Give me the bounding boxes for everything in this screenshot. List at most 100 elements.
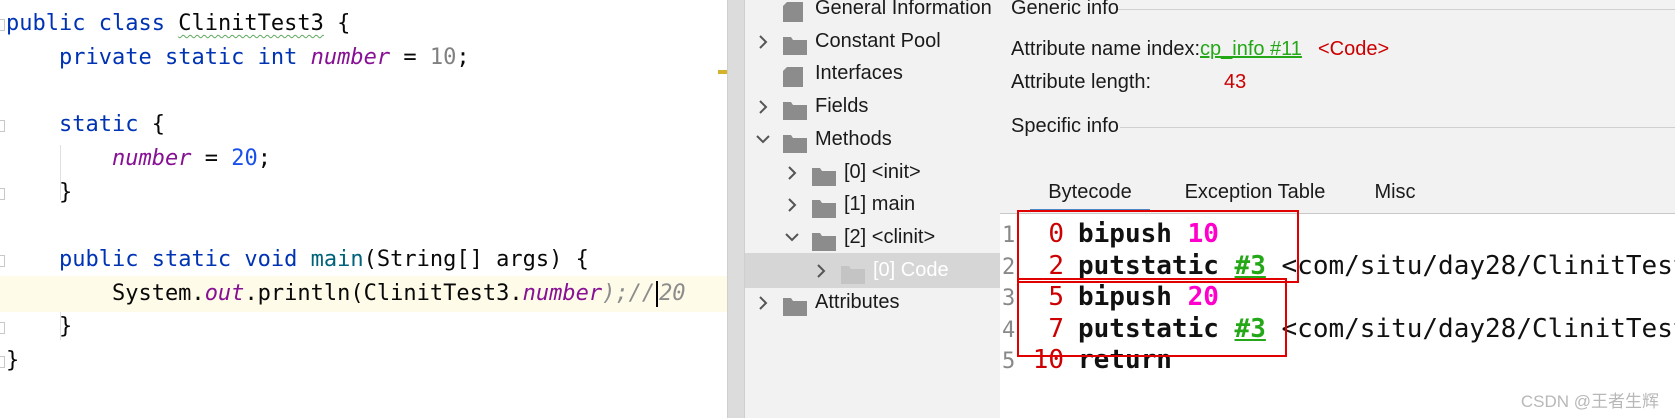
tree-item[interactable]: Interfaces bbox=[745, 56, 1000, 91]
folder-icon bbox=[841, 261, 865, 284]
tree-item-label: Constant Pool bbox=[815, 29, 941, 52]
tree-item-label: Methods bbox=[815, 127, 892, 150]
code-token: { bbox=[151, 112, 165, 138]
code-token: ; bbox=[257, 145, 271, 171]
folder-icon bbox=[812, 195, 836, 219]
code-token: 20 bbox=[231, 145, 258, 171]
code-token: 10 bbox=[429, 44, 457, 70]
specific-info-title: Specific info bbox=[1011, 115, 1119, 137]
tab-exception-table[interactable]: Exception Table bbox=[1170, 172, 1340, 212]
code-token: number bbox=[111, 145, 192, 171]
chevron-right-icon[interactable] bbox=[811, 253, 831, 288]
folder-icon bbox=[783, 130, 807, 153]
code-token: static bbox=[151, 246, 245, 272]
tree-item-label: Fields bbox=[815, 95, 869, 118]
code-line[interactable]: } bbox=[0, 343, 727, 379]
fold-marker-icon[interactable] bbox=[0, 187, 5, 200]
chevron-right-icon[interactable] bbox=[753, 89, 773, 124]
tree-item[interactable]: [2] <clinit> bbox=[745, 220, 1000, 255]
code-token: main bbox=[310, 246, 364, 272]
scrollbar-marker[interactable] bbox=[718, 70, 727, 74]
attribute-name-value: <Code> bbox=[1318, 38, 1390, 60]
attribute-length-label: Attribute length: bbox=[1011, 71, 1152, 93]
folder-icon bbox=[812, 228, 836, 251]
panel-splitter[interactable] bbox=[727, 0, 745, 418]
attribute-info-panel: Generic info Attribute name index: cp_in… bbox=[1000, 0, 1675, 418]
code-line[interactable]: private static int number = 10; bbox=[0, 40, 727, 76]
code-token: int bbox=[257, 44, 311, 70]
divider bbox=[1118, 9, 1675, 10]
bytecode-comment: <com/situ/day28/ClinitTest3.number> bbox=[1281, 313, 1675, 344]
bytecode-comment: <com/situ/day28/ClinitTest3.number> bbox=[1281, 250, 1675, 281]
chevron-right-icon[interactable] bbox=[782, 187, 802, 222]
code-token: private bbox=[6, 44, 165, 70]
watermark: CSDN @王者生辉 bbox=[1520, 392, 1659, 411]
tab-misc[interactable]: Misc bbox=[1360, 172, 1430, 212]
chevron-right-icon[interactable] bbox=[753, 24, 773, 59]
code-line[interactable]: public static void main(String[] args) { bbox=[0, 242, 727, 278]
chevron-right-icon[interactable] bbox=[782, 155, 802, 190]
code-token: out bbox=[204, 280, 245, 306]
code-token: public bbox=[6, 11, 99, 36]
code-token: = bbox=[191, 145, 232, 171]
code-token: ClinitTest3 bbox=[178, 11, 324, 36]
fold-marker-icon[interactable] bbox=[0, 322, 5, 335]
code-line[interactable] bbox=[0, 208, 727, 244]
tree-item-label: [2] <clinit> bbox=[844, 225, 936, 248]
code-token: System. bbox=[6, 280, 205, 306]
tree-item-label: Attributes bbox=[815, 291, 900, 314]
tree-item[interactable]: Fields bbox=[745, 89, 1000, 124]
code-line[interactable]: number = 20; bbox=[0, 141, 727, 177]
highlight-box bbox=[1017, 278, 1287, 357]
code-token: number bbox=[522, 280, 603, 306]
code-line[interactable] bbox=[0, 73, 727, 109]
fold-marker-icon[interactable] bbox=[0, 254, 5, 267]
attribute-name-index-label: Attribute name index: bbox=[1011, 38, 1200, 60]
code-token: } bbox=[6, 314, 73, 340]
file-icon bbox=[783, 0, 807, 22]
tree-item-label: Interfaces bbox=[815, 62, 903, 85]
code-token: );// bbox=[602, 280, 656, 306]
tree-item[interactable]: Attributes bbox=[745, 285, 1000, 320]
code-line[interactable]: } bbox=[0, 309, 727, 345]
code-line[interactable]: static { bbox=[0, 107, 727, 143]
highlight-box bbox=[1017, 210, 1299, 283]
folder-icon bbox=[783, 293, 807, 317]
chevron-right-icon[interactable] bbox=[753, 285, 773, 320]
fold-marker-icon[interactable] bbox=[0, 19, 5, 31]
chevron-down-icon[interactable] bbox=[782, 220, 802, 255]
code-token: = bbox=[390, 44, 430, 70]
fold-marker-icon[interactable] bbox=[0, 120, 5, 133]
class-structure-tree[interactable]: General Information Constant Pool Interfac… bbox=[745, 0, 1000, 418]
code-token: static bbox=[164, 44, 258, 70]
tree-item-label: [1] main bbox=[844, 193, 916, 216]
code-token: } bbox=[6, 348, 20, 373]
generic-info-title: Generic info bbox=[1011, 0, 1119, 19]
code-token: number bbox=[310, 44, 391, 70]
code-editor[interactable]: public class ClinitTest3 { private stati… bbox=[0, 0, 727, 418]
code-token: class bbox=[98, 11, 179, 36]
code-token: 20 bbox=[659, 280, 686, 306]
tree-item-label: General Information bbox=[815, 0, 992, 19]
tree-item[interactable]: Methods bbox=[745, 122, 1000, 157]
text-caret bbox=[656, 280, 659, 307]
code-line[interactable]: System.out.println(ClinitTest3.number);/… bbox=[0, 275, 727, 312]
code-token: static bbox=[6, 112, 152, 138]
code-token: (String[] args) { bbox=[363, 246, 589, 272]
tree-item[interactable]: [0] Code bbox=[745, 252, 1000, 288]
code-token: .println(ClinitTest3. bbox=[244, 280, 523, 306]
tree-item[interactable]: Constant Pool bbox=[745, 24, 1000, 59]
chevron-down-icon[interactable] bbox=[753, 122, 773, 157]
tree-item[interactable]: [0] <init> bbox=[745, 155, 1000, 190]
fold-marker-icon[interactable] bbox=[0, 356, 5, 368]
tree-item[interactable]: [1] main bbox=[745, 187, 1000, 222]
tree-item[interactable]: General Information bbox=[745, 0, 1000, 26]
code-token: { bbox=[323, 11, 351, 36]
code-line[interactable]: } bbox=[0, 175, 727, 211]
cp-info-link[interactable]: cp_info #11 bbox=[1200, 38, 1302, 61]
folder-icon bbox=[783, 97, 807, 121]
tab-bytecode[interactable]: Bytecode bbox=[1030, 172, 1150, 212]
folder-icon bbox=[783, 32, 807, 55]
code-line[interactable]: public class ClinitTest3 { bbox=[0, 6, 727, 42]
